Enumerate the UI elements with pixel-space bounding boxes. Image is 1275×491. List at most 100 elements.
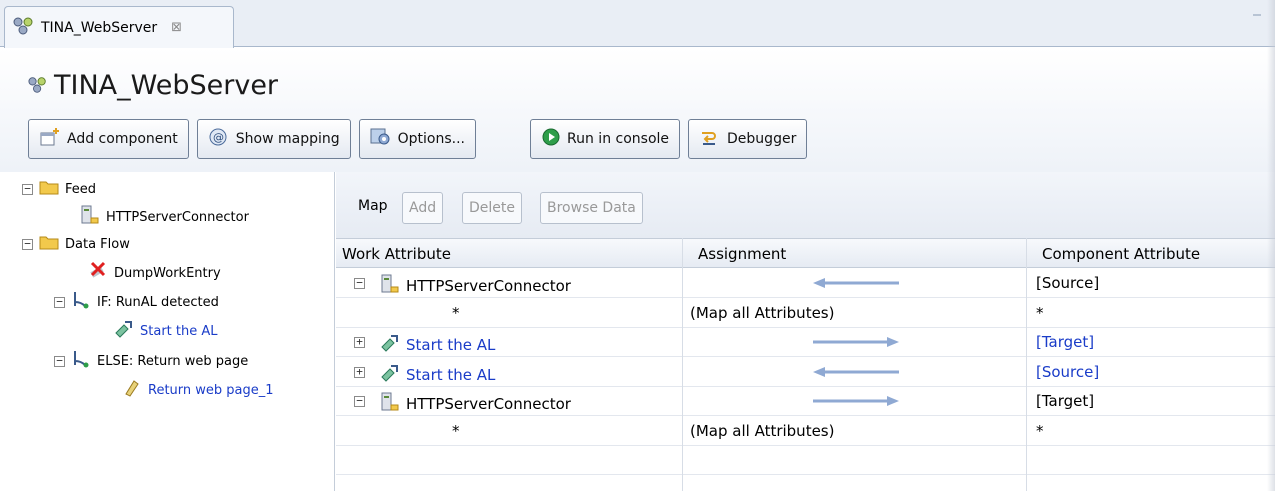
- connector-icon: [380, 392, 400, 416]
- options-label: Options...: [397, 131, 466, 147]
- empty-table-row: [336, 476, 1275, 491]
- assignment-cell: (Map all Attributes): [690, 421, 835, 440]
- debugger-button[interactable]: Debugger: [688, 119, 808, 159]
- flow-tree: − Feed HTTPServerConnector − Data Flow D…: [8, 172, 335, 491]
- component-attribute-cell: [Source]: [1036, 362, 1100, 381]
- tree-item-data-flow[interactable]: − Data Flow: [22, 231, 130, 257]
- component-attribute-cell: [Target]: [1036, 333, 1095, 351]
- call-al-icon: [114, 319, 134, 343]
- tree-label: HTTPServerConnector: [106, 209, 249, 225]
- tree-item-else-branch[interactable]: − ELSE: Return web page: [54, 348, 248, 374]
- column-header-component-attribute[interactable]: Component Attribute: [1042, 245, 1200, 263]
- table-row[interactable]: * (Map all Attributes) *: [336, 417, 1275, 446]
- table-row[interactable]: − HTTPServerConnector [Target]: [336, 387, 1275, 416]
- add-component-label: Add component: [67, 131, 178, 147]
- work-attribute-text: HTTPServerConnector: [406, 395, 571, 413]
- work-attribute-cell: Start the AL: [380, 333, 495, 357]
- tree-item-feed[interactable]: − Feed: [22, 176, 96, 202]
- table-row[interactable]: − HTTPServerConnector [Source]: [336, 269, 1275, 298]
- map-add-button[interactable]: Add: [402, 192, 444, 224]
- editor-tab[interactable]: TINA_WebServer ⊠: [4, 6, 234, 48]
- call-al-icon: [380, 363, 400, 387]
- add-component-button[interactable]: Add component: [28, 119, 189, 159]
- debugger-label: Debugger: [727, 131, 797, 147]
- tree-label: Return web page_1: [148, 382, 274, 398]
- main-toolbar: Add component @ Show mapping Options...: [28, 119, 808, 159]
- show-mapping-button[interactable]: @ Show mapping: [196, 119, 351, 159]
- work-attribute-cell: HTTPServerConnector: [380, 274, 571, 298]
- work-attribute-text: Start the AL: [406, 365, 496, 384]
- work-attribute-cell: Start the AL: [380, 363, 495, 387]
- close-icon[interactable]: ⊠: [171, 20, 182, 35]
- component-attribute-cell: [Target]: [1036, 392, 1095, 410]
- work-attribute-text: *: [452, 303, 460, 322]
- tree-label: ELSE: Return web page: [97, 353, 249, 369]
- tree-item-if-branch[interactable]: − IF: RunAL detected: [54, 289, 219, 315]
- tree-label: DumpWorkEntry: [114, 265, 221, 281]
- assembly-line-icon: [13, 17, 35, 39]
- collapse-icon[interactable]: −: [354, 395, 365, 407]
- table-row[interactable]: + Start the AL [Target]: [336, 328, 1275, 357]
- collapse-icon[interactable]: −: [54, 296, 65, 308]
- tree-label: IF: RunAL detected: [97, 294, 219, 310]
- map-toolbar: Map Add Delete Browse Data: [336, 172, 1275, 238]
- column-divider[interactable]: [1026, 238, 1027, 491]
- arrow-left-icon: [811, 365, 901, 383]
- collapse-icon[interactable]: −: [22, 183, 33, 195]
- column-header-assignment[interactable]: Assignment: [698, 245, 786, 263]
- run-in-console-button[interactable]: Run in console: [530, 119, 681, 159]
- collapse-icon[interactable]: −: [22, 238, 33, 250]
- collapse-icon[interactable]: −: [354, 277, 365, 289]
- tree-item-http-connector[interactable]: HTTPServerConnector: [80, 204, 249, 230]
- work-attribute-text: HTTPServerConnector: [406, 277, 571, 295]
- run-in-console-label: Run in console: [567, 131, 670, 147]
- empty-table-row: [336, 446, 1275, 475]
- run-icon: [541, 127, 561, 151]
- column-header-work-attribute[interactable]: Work Attribute: [342, 245, 451, 263]
- arrow-left-icon: [811, 276, 901, 294]
- page-title-wrap: TINA_WebServer: [28, 70, 278, 101]
- browse-data-button[interactable]: Browse Data: [540, 192, 643, 224]
- debugger-icon: [699, 127, 721, 151]
- add-component-icon: [39, 127, 61, 151]
- work-attribute-cell: *: [452, 304, 460, 322]
- map-label: Map: [358, 198, 388, 214]
- call-al-icon: [380, 333, 400, 357]
- folder-icon: [39, 234, 59, 254]
- page-title: TINA_WebServer: [54, 70, 279, 101]
- connector-icon: [380, 274, 400, 298]
- branch-icon: [71, 290, 91, 314]
- script-icon: [122, 378, 142, 402]
- mapping-panel: Map Add Delete Browse Data Work Attribut…: [336, 172, 1275, 491]
- tree-item-start-al[interactable]: Start the AL: [114, 318, 218, 344]
- minimize-icon[interactable]: [1253, 14, 1261, 16]
- window-shadow: [1267, 0, 1275, 491]
- svg-text:@: @: [213, 131, 224, 144]
- tree-label: Feed: [65, 181, 97, 197]
- table-row[interactable]: + Start the AL [Source]: [336, 358, 1275, 387]
- options-gear-icon: [370, 127, 392, 151]
- column-divider[interactable]: [682, 238, 683, 491]
- expand-icon[interactable]: +: [354, 366, 365, 378]
- work-attribute-text: Start the AL: [406, 336, 496, 354]
- work-attribute-cell: HTTPServerConnector: [380, 392, 571, 416]
- disabled-component-icon: [88, 261, 108, 285]
- tree-item-return-web-page[interactable]: Return web page_1: [122, 377, 274, 403]
- arrow-right-icon: [811, 335, 901, 353]
- table-row[interactable]: * (Map all Attributes) *: [336, 299, 1275, 328]
- mapping-icon: @: [208, 127, 230, 151]
- options-button[interactable]: Options...: [358, 119, 477, 159]
- work-attribute-text: *: [452, 421, 460, 440]
- folder-icon: [39, 179, 59, 199]
- connector-icon: [80, 205, 100, 229]
- map-delete-button[interactable]: Delete: [462, 192, 522, 224]
- assignment-cell: (Map all Attributes): [690, 303, 835, 322]
- assembly-line-icon: [28, 70, 48, 101]
- collapse-icon[interactable]: −: [54, 355, 65, 367]
- tree-item-dump-work-entry[interactable]: DumpWorkEntry: [88, 260, 221, 286]
- work-attribute-cell: *: [452, 422, 460, 440]
- expand-icon[interactable]: +: [354, 336, 365, 348]
- arrow-right-icon: [811, 394, 901, 412]
- show-mapping-label: Show mapping: [235, 131, 340, 147]
- tree-label: Start the AL: [140, 323, 218, 339]
